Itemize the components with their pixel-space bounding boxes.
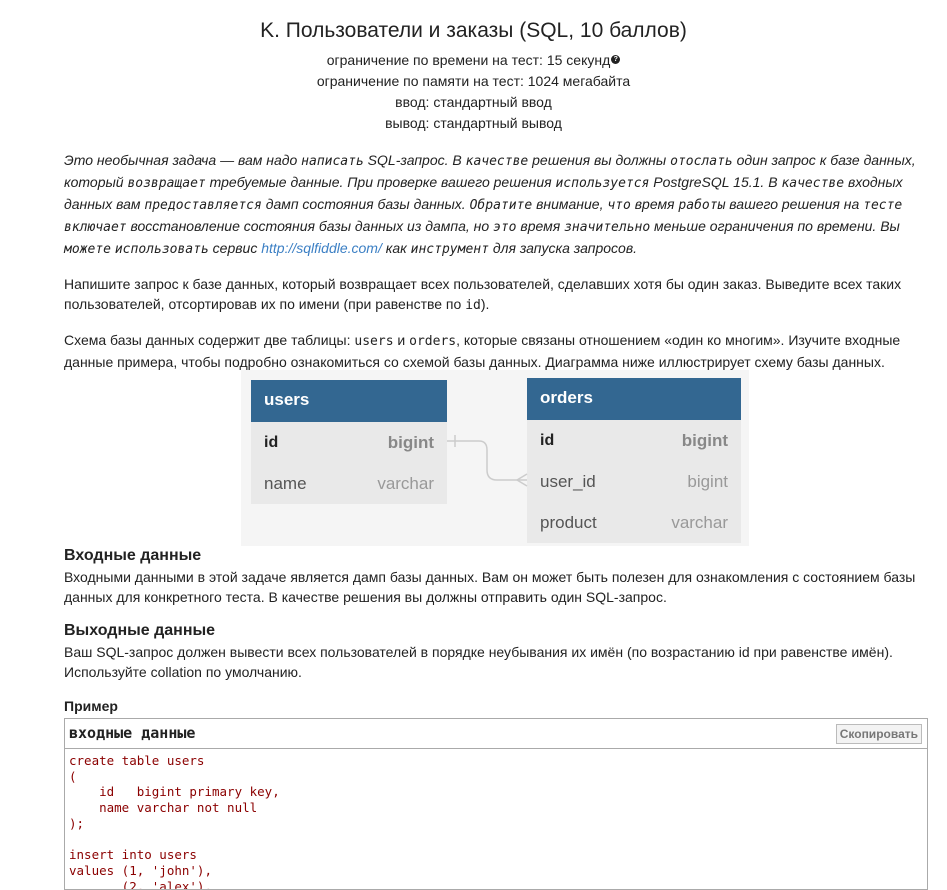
- example-input-code[interactable]: create table users ( id bigint primary k…: [65, 749, 927, 889]
- orders-column-id: id bigint: [540, 431, 728, 450]
- help-icon[interactable]: ?: [611, 55, 621, 64]
- problem-statement: Это необычная задача — вам надо написать…: [64, 150, 926, 372]
- example-input-label: входные данные: [69, 724, 196, 742]
- users-table-header: users: [251, 380, 447, 422]
- sqlfiddle-link[interactable]: http://sqlfiddle.com/: [261, 240, 382, 256]
- input-text: Входными данными в этой задаче является …: [64, 569, 916, 605]
- example-input-box: входные данные Скопировать create table …: [64, 718, 928, 890]
- orders-column-user-id: user_id bigint: [540, 472, 728, 491]
- copy-button[interactable]: Скопировать: [835, 724, 922, 744]
- intro-paragraph: Это необычная задача — вам надо написать…: [64, 152, 916, 257]
- output-spec: вывод: стандартный вывод: [385, 115, 562, 131]
- input-heading: Входные данные: [64, 547, 202, 564]
- users-column-name: name varchar: [264, 474, 434, 493]
- orders-table-header: orders: [527, 378, 741, 420]
- users-column-id: id bigint: [264, 433, 434, 452]
- orders-table: orders id bigint user_id bigint product var…: [527, 378, 741, 543]
- output-heading: Выходные данные: [64, 622, 216, 639]
- output-section: Выходные данные Ваш SQL-запрос должен вы…: [64, 621, 926, 682]
- memory-limit: ограничение по памяти на тест: 1024 мега…: [316, 73, 631, 89]
- example-section: Пример входные данные Скопировать create…: [64, 697, 928, 890]
- schema-paragraph: Схема базы данных содержит две таблицы: …: [64, 332, 901, 370]
- task-paragraph: Напишите запрос к базе данных, который в…: [64, 276, 902, 313]
- users-table: users id bigint name varchar: [251, 380, 447, 504]
- time-limit: ограничение по времени на тест: 15 секун…: [0, 50, 947, 71]
- problem-title: K. Пользователи и заказы (SQL, 10 баллов…: [260, 19, 687, 42]
- example-title: Пример: [64, 698, 118, 714]
- input-spec: ввод: стандартный ввод: [395, 94, 552, 110]
- output-text: Ваш SQL-запрос должен вывести всех польз…: [64, 644, 893, 680]
- example-input-header: входные данные Скопировать: [65, 719, 927, 749]
- schema-diagram: users id bigint name varchar orders id bigi…: [241, 370, 749, 546]
- problem-header: K. Пользователи и заказы (SQL, 10 баллов…: [0, 0, 947, 134]
- input-section: Входные данные Входными данными в этой з…: [64, 546, 926, 607]
- orders-column-product: product varchar: [540, 513, 728, 532]
